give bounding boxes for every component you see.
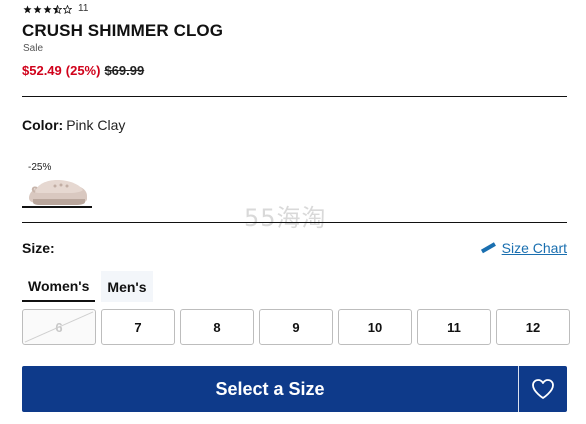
watermark: 55海淘 [244, 204, 327, 232]
select-size-button[interactable]: Select a Size [22, 366, 518, 412]
ruler-icon [480, 242, 496, 254]
price-row: $52.49 (25%) $69.99 [22, 63, 144, 78]
rating-stars [23, 4, 72, 14]
star-half-icon [53, 4, 62, 14]
tab-womens[interactable]: Women's [22, 271, 96, 302]
product-title: CRUSH SHIMMER CLOG [22, 21, 224, 40]
add-to-bag-bar: Select a Size [22, 366, 567, 412]
rating-count[interactable]: 11 [78, 3, 88, 15]
star-full-icon [43, 4, 52, 14]
heart-icon [532, 379, 554, 399]
divider [22, 96, 567, 97]
sale-label: Sale [23, 43, 44, 54]
size-options: 6 7 8 9 10 11 12 [22, 309, 570, 345]
size-gender-tabs: Women's Men's [22, 271, 153, 302]
color-selection: Color: Pink Clay [22, 117, 125, 133]
size-option-label: 10 [367, 319, 383, 335]
color-swatch-pink-clay[interactable]: -25% [22, 160, 92, 208]
size-option-9[interactable]: 9 [259, 309, 333, 345]
clog-thumbnail-icon [29, 180, 87, 205]
sale-price: $52.49 [22, 63, 62, 78]
tab-mens[interactable]: Men's [101, 271, 153, 302]
color-label: Color: [22, 117, 64, 133]
size-option-label: 11 [447, 319, 461, 335]
star-full-icon [33, 4, 42, 14]
size-option-10[interactable]: 10 [338, 309, 412, 345]
size-label: Size: [22, 240, 55, 256]
size-option-label: 12 [525, 319, 541, 335]
wishlist-button[interactable] [519, 366, 567, 412]
star-full-icon [23, 4, 32, 14]
size-option-11[interactable]: 11 [417, 309, 491, 345]
original-price: $69.99 [104, 63, 145, 78]
divider [22, 222, 567, 223]
size-option-label: 9 [292, 319, 300, 335]
size-chart-label: Size Chart [501, 240, 567, 256]
divider [518, 366, 519, 412]
size-option-7[interactable]: 7 [101, 309, 175, 345]
discount-percent: (25%) [65, 63, 101, 78]
star-empty-icon [63, 4, 72, 14]
size-option-8[interactable]: 8 [180, 309, 254, 345]
unavailable-strike-icon [24, 311, 94, 343]
size-option-12[interactable]: 12 [496, 309, 570, 345]
color-value: Pink Clay [66, 117, 126, 133]
size-option-6[interactable]: 6 [22, 309, 96, 345]
size-option-label: 7 [134, 319, 142, 335]
size-option-label: 8 [213, 319, 221, 335]
size-chart-link[interactable]: Size Chart [480, 240, 567, 256]
rating[interactable]: 11 [23, 3, 88, 15]
